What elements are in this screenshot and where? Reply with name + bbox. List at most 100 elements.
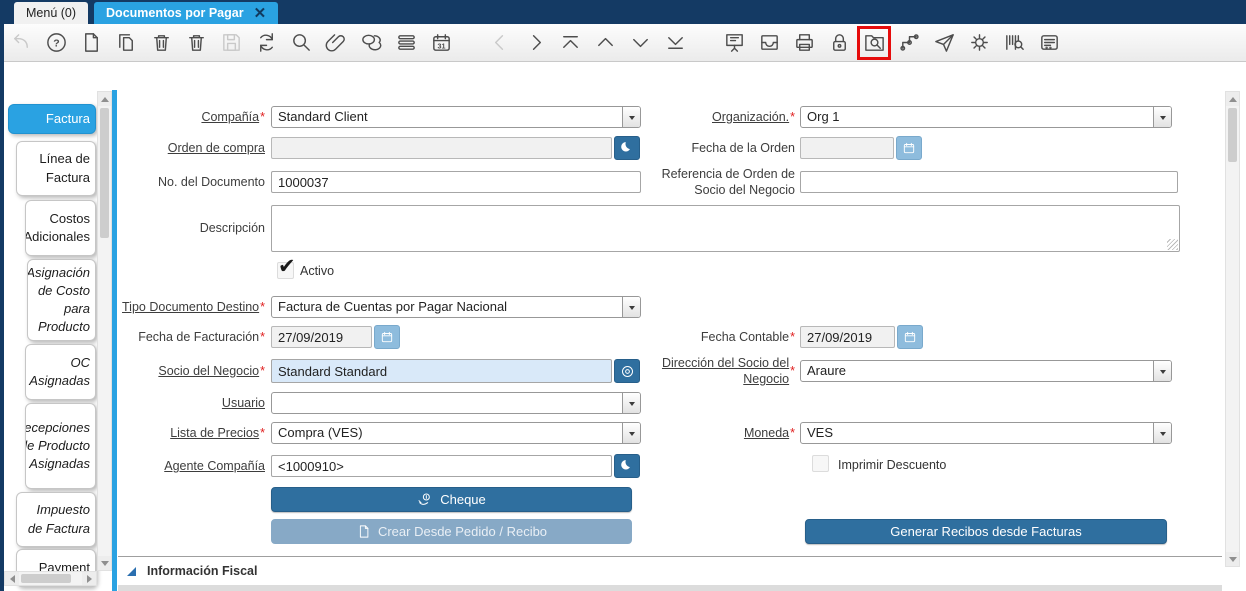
report-icon[interactable]	[722, 31, 746, 55]
tab-menu-label: Menú (0)	[26, 6, 76, 20]
moneda-combo[interactable]: VES	[800, 422, 1172, 444]
copy-record-icon[interactable]	[114, 31, 138, 55]
scrollbar-thumb[interactable]	[100, 108, 109, 238]
chevron-down-icon[interactable]	[1153, 107, 1171, 127]
scroll-left-icon[interactable]	[5, 572, 19, 585]
scroll-up-icon[interactable]	[1226, 92, 1239, 106]
socio-negocio-info-button[interactable]	[614, 359, 640, 383]
sidebar-tab-factura[interactable]: Factura	[8, 104, 96, 134]
delete-selection-icon[interactable]	[184, 31, 208, 55]
no-documento-input[interactable]: 1000037	[271, 171, 641, 193]
orden-compra-input[interactable]	[271, 137, 612, 159]
compania-value[interactable]: Standard Client	[272, 107, 622, 127]
scroll-up-icon[interactable]	[98, 92, 111, 106]
sidebar-tab-impuesto-de-factura[interactable]: Impuesto de Factura	[16, 492, 96, 547]
workflow-icon[interactable]	[897, 31, 921, 55]
lista-precios-label: Lista de Precios*	[120, 422, 265, 444]
agente-compania-input[interactable]: <1000910>	[271, 455, 612, 477]
fecha-contable-input[interactable]: 27/09/2019	[800, 326, 895, 348]
sidebar-tab-asignacion-de-costo[interactable]: Asignación de Costo para Producto	[27, 259, 96, 341]
refresh-icon[interactable]	[254, 31, 278, 55]
moneda-value[interactable]: VES	[801, 423, 1153, 443]
compania-label: Compañía*	[120, 106, 265, 128]
archive-documents-icon[interactable]	[757, 31, 781, 55]
main-scrollbar[interactable]	[1225, 91, 1240, 567]
organizacion-combo[interactable]: Org 1	[800, 106, 1172, 128]
sidebar-tab-recepciones-producto[interactable]: Recepciones de Producto Asignadas	[25, 403, 96, 489]
group-informacion-fiscal[interactable]: Información Fiscal	[127, 564, 257, 578]
sidebar-tab-oc-asignadas[interactable]: OC Asignadas	[25, 344, 96, 400]
tipo-documento-label: Tipo Documento Destino*	[100, 296, 265, 318]
sidebar-tab-linea-de-factura[interactable]: Línea de Factura	[16, 141, 96, 196]
chevron-down-icon[interactable]	[1153, 423, 1171, 443]
scrollbar-thumb[interactable]	[21, 574, 71, 583]
orden-compra-search-button[interactable]	[614, 136, 640, 160]
compania-combo[interactable]: Standard Client	[271, 106, 641, 128]
descripcion-textarea[interactable]	[271, 205, 1180, 252]
delete-record-icon[interactable]	[149, 31, 173, 55]
direccion-socio-value[interactable]: Araure	[801, 361, 1153, 381]
attachment-icon[interactable]	[324, 31, 348, 55]
close-tab-icon[interactable]: ✕	[254, 6, 267, 21]
organizacion-value[interactable]: Org 1	[801, 107, 1153, 127]
first-record-icon[interactable]	[558, 31, 582, 55]
generar-recibos-button[interactable]: Generar Recibos desde Facturas	[805, 519, 1167, 544]
chevron-down-icon[interactable]	[622, 423, 640, 443]
imprimir-descuento-checkbox[interactable]	[812, 455, 829, 472]
referencia-input[interactable]	[800, 171, 1178, 193]
chevron-down-icon[interactable]	[622, 297, 640, 317]
tab-menu[interactable]: Menú (0)	[14, 2, 88, 24]
next-record-icon[interactable]	[628, 31, 652, 55]
usuario-value[interactable]	[272, 393, 622, 413]
scrollbar-thumb[interactable]	[1228, 108, 1237, 162]
calendar-icon[interactable]: 31	[429, 31, 453, 55]
detail-record-icon[interactable]	[523, 31, 547, 55]
collapse-triangle-icon[interactable]	[127, 567, 136, 576]
parent-record-icon[interactable]	[488, 31, 512, 55]
check-barcode-icon[interactable]	[1002, 31, 1026, 55]
previous-record-icon[interactable]	[593, 31, 617, 55]
activo-checkbox[interactable]	[277, 262, 294, 279]
chevron-down-icon[interactable]	[622, 107, 640, 127]
save-icon[interactable]	[219, 31, 243, 55]
product-info-icon[interactable]	[862, 31, 886, 55]
agente-compania-search-button[interactable]	[614, 454, 640, 478]
next-section-edge	[118, 585, 1222, 591]
last-record-icon[interactable]	[663, 31, 687, 55]
lista-precios-value[interactable]: Compra (VES)	[272, 423, 622, 443]
fecha-orden-input[interactable]	[800, 137, 894, 159]
chevron-down-icon[interactable]	[1153, 361, 1171, 381]
grid-toggle-icon[interactable]	[394, 31, 418, 55]
scroll-down-icon[interactable]	[1226, 552, 1239, 566]
tipo-documento-combo[interactable]: Factura de Cuentas por Pagar Nacional	[271, 296, 641, 318]
lista-precios-combo[interactable]: Compra (VES)	[271, 422, 641, 444]
crear-desde-pedido-button[interactable]: Crear Desde Pedido / Recibo	[271, 519, 632, 544]
help-icon[interactable]: ?	[44, 31, 68, 55]
direccion-socio-combo[interactable]: Araure	[800, 360, 1172, 382]
socio-negocio-input[interactable]: Standard Standard	[271, 359, 612, 383]
sidebar-tab-costos-adicionales[interactable]: Costos Adicionales	[25, 200, 96, 256]
scroll-down-icon[interactable]	[98, 556, 111, 570]
fecha-facturacion-calendar-button[interactable]	[374, 325, 400, 349]
fecha-contable-calendar-button[interactable]	[897, 325, 923, 349]
fecha-facturacion-input[interactable]: 27/09/2019	[271, 326, 372, 348]
sidebar-horizontal-scrollbar[interactable]	[4, 571, 97, 586]
lock-icon[interactable]	[827, 31, 851, 55]
tab-documentos-por-pagar[interactable]: Documentos por Pagar ✕	[94, 2, 278, 24]
fecha-contable-label: Fecha Contable*	[650, 326, 795, 348]
new-record-icon[interactable]	[79, 31, 103, 55]
find-icon[interactable]	[289, 31, 313, 55]
chevron-down-icon[interactable]	[622, 393, 640, 413]
print-preview-icon[interactable]	[1037, 31, 1061, 55]
tipo-documento-value[interactable]: Factura de Cuentas por Pagar Nacional	[272, 297, 622, 317]
send-mail-icon[interactable]	[932, 31, 956, 55]
fecha-orden-calendar-button[interactable]	[896, 136, 922, 160]
cheque-button[interactable]: Cheque	[271, 487, 632, 512]
print-icon[interactable]	[792, 31, 816, 55]
scroll-right-icon[interactable]	[82, 572, 96, 585]
usuario-combo[interactable]	[271, 392, 641, 414]
undo-icon[interactable]	[9, 31, 33, 55]
chat-icon[interactable]	[359, 31, 383, 55]
orden-compra-label: Orden de compra	[120, 137, 265, 159]
process-icon[interactable]	[967, 31, 991, 55]
